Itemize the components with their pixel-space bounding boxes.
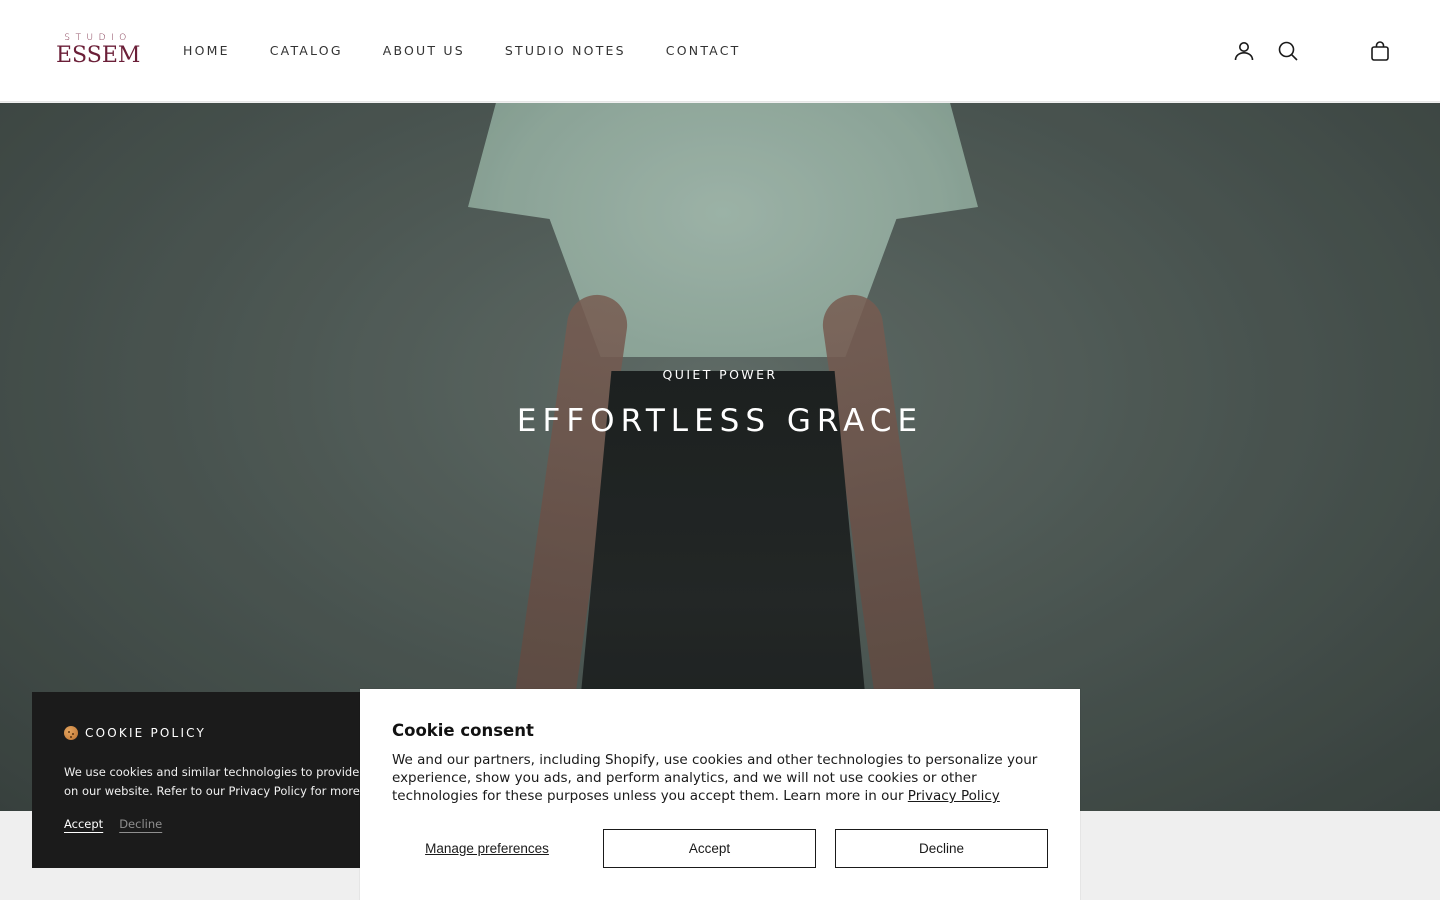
cookie-policy-actions: Accept Decline (64, 817, 162, 831)
consent-text: We and our partners, including Shopify, … (392, 751, 1052, 805)
consent-decline-button[interactable]: Decline (835, 829, 1048, 868)
cookie-policy-text: We use cookies and similar technologies … (64, 765, 372, 798)
consent-actions: Manage preferences Accept Decline (392, 829, 1048, 868)
user-icon[interactable] (1230, 37, 1258, 65)
privacy-policy-link[interactable]: Privacy Policy (908, 788, 1000, 804)
consent-accept-button[interactable]: Accept (603, 829, 816, 868)
hero-title: EFFORTLESS GRACE (516, 403, 924, 439)
cookie-policy-decline-link[interactable]: Decline (119, 817, 162, 831)
cookie-consent-dialog: Cookie consent We and our partners, incl… (360, 689, 1080, 900)
site-header: STUDIO ESSEM HOME CATALOG ABOUT US STUDI… (0, 0, 1440, 102)
header-icons (0, 37, 1440, 65)
search-icon[interactable] (1274, 37, 1302, 65)
hero-eyebrow: QUIET POWER (662, 367, 778, 382)
manage-preferences-button[interactable]: Manage preferences (392, 829, 582, 868)
cookie-policy-heading: COOKIE POLICY (64, 726, 206, 740)
cookie-icon (64, 726, 78, 740)
cookie-policy-title: COOKIE POLICY (85, 726, 207, 740)
consent-title: Cookie consent (392, 721, 534, 740)
cookie-policy-banner: COOKIE POLICY We use cookies and similar… (32, 692, 372, 868)
cookie-policy-accept-link[interactable]: Accept (64, 817, 103, 831)
shopping-bag-icon[interactable] (1366, 37, 1394, 65)
